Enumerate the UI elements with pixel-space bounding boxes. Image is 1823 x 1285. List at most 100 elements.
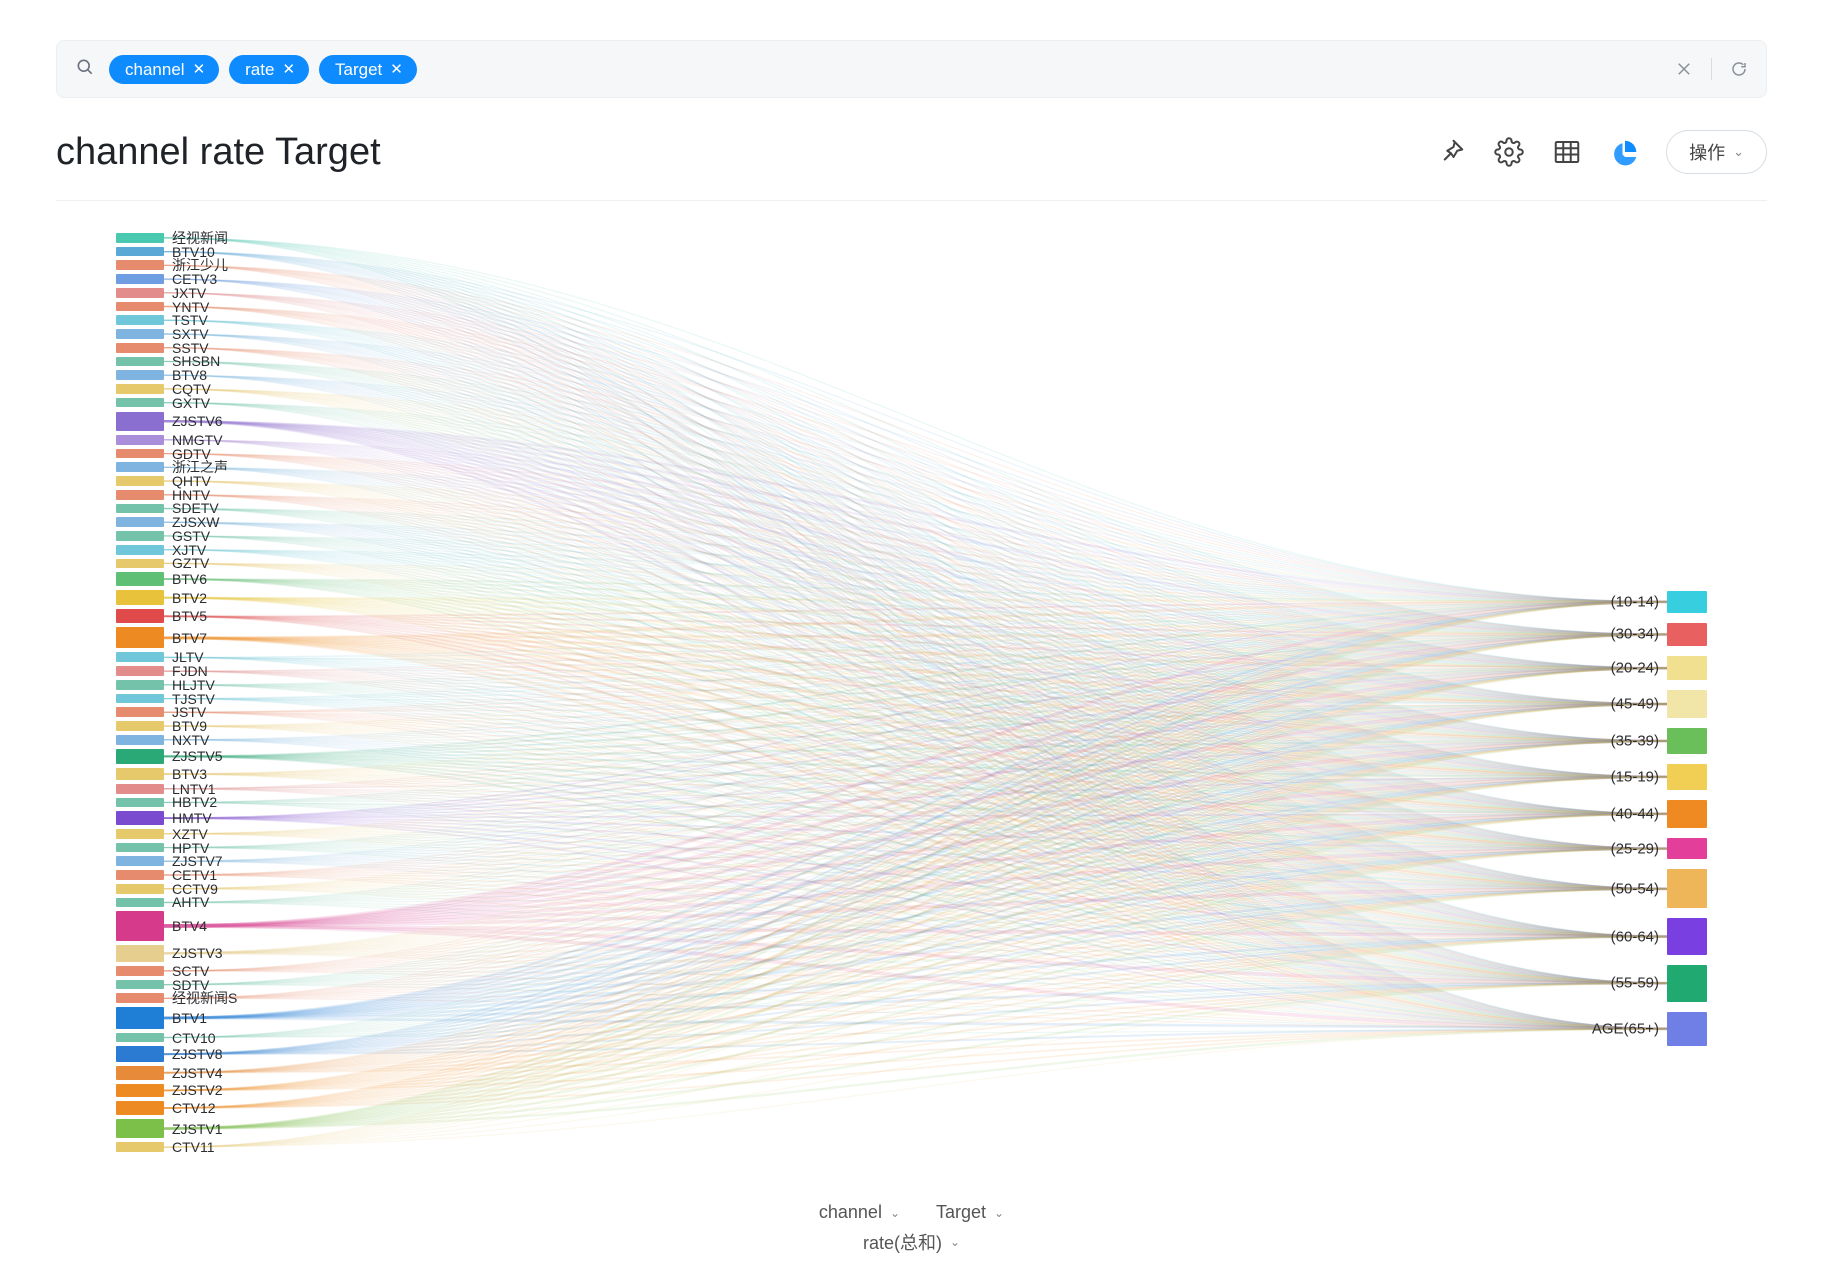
sankey-node-left[interactable] <box>116 357 164 367</box>
sankey-node-right[interactable] <box>1667 869 1707 908</box>
sankey-node-right-label: (25-29) <box>1579 840 1659 857</box>
sankey-node-left[interactable] <box>116 590 164 606</box>
axis-picker[interactable]: Target⌄ <box>936 1202 1004 1223</box>
sankey-node-left[interactable] <box>116 843 164 853</box>
sankey-node-left[interactable] <box>116 1119 164 1138</box>
clear-search-icon[interactable] <box>1675 60 1693 78</box>
chart-icon[interactable] <box>1608 135 1642 169</box>
sankey-node-left[interactable] <box>116 504 164 514</box>
sankey-node-left[interactable] <box>116 898 164 908</box>
sankey-node-left[interactable] <box>116 1033 164 1043</box>
sankey-node-left[interactable] <box>116 1084 164 1098</box>
sankey-node-right[interactable] <box>1667 690 1707 718</box>
sankey-node-left[interactable] <box>116 966 164 976</box>
sankey-node-left[interactable] <box>116 735 164 745</box>
sankey-node-left[interactable] <box>116 1066 164 1080</box>
axis-picker[interactable]: channel⌄ <box>819 1202 900 1223</box>
chevron-down-icon: ⌄ <box>994 1206 1004 1220</box>
axis-picker[interactable]: rate(总和)⌄ <box>863 1229 960 1255</box>
search-tag[interactable]: channel ✕ <box>109 55 219 84</box>
sankey-node-left[interactable] <box>116 652 164 662</box>
sankey-node-left[interactable] <box>116 490 164 500</box>
chevron-down-icon: ⌄ <box>950 1235 960 1249</box>
sankey-node-right[interactable] <box>1667 800 1707 828</box>
sankey-node-left[interactable] <box>116 412 164 431</box>
sankey-node-left[interactable] <box>116 993 164 1003</box>
sankey-node-left[interactable] <box>116 768 164 780</box>
sankey-node-left[interactable] <box>116 260 164 270</box>
sankey-node-left[interactable] <box>116 302 164 312</box>
sankey-node-right[interactable] <box>1667 838 1707 860</box>
sankey-node-left[interactable] <box>116 288 164 298</box>
sankey-node-left[interactable] <box>116 666 164 676</box>
close-icon[interactable]: ✕ <box>193 62 206 77</box>
refresh-icon[interactable] <box>1730 60 1748 78</box>
search-tag-label: channel <box>125 61 185 78</box>
sankey-node-left[interactable] <box>116 274 164 284</box>
sankey-node-left[interactable] <box>116 856 164 866</box>
sankey-node-left[interactable] <box>116 609 164 623</box>
sankey-node-left[interactable] <box>116 980 164 990</box>
sankey-node-left[interactable] <box>116 694 164 704</box>
close-icon[interactable]: ✕ <box>390 62 403 77</box>
sankey-node-left-label: BTV7 <box>172 630 207 646</box>
sankey-node-left[interactable] <box>116 1101 164 1115</box>
sankey-node-left[interactable] <box>116 449 164 459</box>
table-icon[interactable] <box>1550 135 1584 169</box>
sankey-node-left[interactable] <box>116 531 164 541</box>
sankey-node-left[interactable] <box>116 462 164 472</box>
sankey-node-left[interactable] <box>116 476 164 486</box>
sankey-node-left-label: CTV12 <box>172 1100 216 1116</box>
sankey-node-left[interactable] <box>116 247 164 257</box>
sankey-node-left[interactable] <box>116 370 164 380</box>
sankey-node-left-label: BTV5 <box>172 608 207 624</box>
sankey-node-left[interactable] <box>116 707 164 717</box>
sankey-node-left[interactable] <box>116 343 164 353</box>
gear-icon[interactable] <box>1492 135 1526 169</box>
sankey-node-right[interactable] <box>1667 918 1707 955</box>
search-tag[interactable]: Target✕ <box>319 55 417 84</box>
sankey-node-left[interactable] <box>116 545 164 555</box>
sankey-node-left[interactable] <box>116 398 164 408</box>
sankey-node-left[interactable] <box>116 884 164 894</box>
sankey-node-left[interactable] <box>116 721 164 731</box>
sankey-node-left-label: 经视新闻S <box>172 988 237 1008</box>
sankey-node-left[interactable] <box>116 911 164 940</box>
sankey-node-right[interactable] <box>1667 1012 1707 1047</box>
sankey-node-right[interactable] <box>1667 656 1707 680</box>
sankey-node-left[interactable] <box>116 1046 164 1062</box>
sankey-node-left[interactable] <box>116 384 164 394</box>
sankey-node-right[interactable] <box>1667 728 1707 754</box>
sankey-node-left[interactable] <box>116 517 164 527</box>
sankey-node-left[interactable] <box>116 233 164 243</box>
sankey-node-left[interactable] <box>116 435 164 445</box>
close-icon[interactable]: ✕ <box>282 62 295 77</box>
search-icon[interactable] <box>75 57 95 82</box>
sankey-node-left[interactable] <box>116 329 164 339</box>
sankey-node-left[interactable] <box>116 749 164 765</box>
sankey-node-left[interactable] <box>116 315 164 325</box>
sankey-node-left[interactable] <box>116 784 164 794</box>
chevron-down-icon: ⌄ <box>890 1206 900 1220</box>
search-tag[interactable]: rate✕ <box>229 55 309 84</box>
sankey-node-left[interactable] <box>116 680 164 690</box>
sankey-node-left[interactable] <box>116 627 164 648</box>
sankey-node-right[interactable] <box>1667 591 1707 613</box>
sankey-node-left-label: ZJSTV1 <box>172 1121 223 1137</box>
sankey-node-right[interactable] <box>1667 965 1707 1002</box>
sankey-node-left-label: GZTV <box>172 555 209 571</box>
sankey-node-left[interactable] <box>116 945 164 963</box>
sankey-node-left[interactable] <box>116 829 164 839</box>
sankey-node-left[interactable] <box>116 1142 164 1152</box>
sankey-node-left[interactable] <box>116 1007 164 1028</box>
actions-button[interactable]: 操作 ⌄ <box>1666 130 1767 174</box>
sankey-node-left[interactable] <box>116 811 164 825</box>
pin-icon[interactable] <box>1434 135 1468 169</box>
sankey-node-left[interactable] <box>116 870 164 880</box>
sankey-node-left[interactable] <box>116 798 164 808</box>
sankey-node-left[interactable] <box>116 559 164 569</box>
sankey-node-right[interactable] <box>1667 623 1707 647</box>
sankey-node-left[interactable] <box>116 572 164 586</box>
sankey-node-right[interactable] <box>1667 764 1707 790</box>
sankey-node-left-label: HBTV2 <box>172 794 217 810</box>
